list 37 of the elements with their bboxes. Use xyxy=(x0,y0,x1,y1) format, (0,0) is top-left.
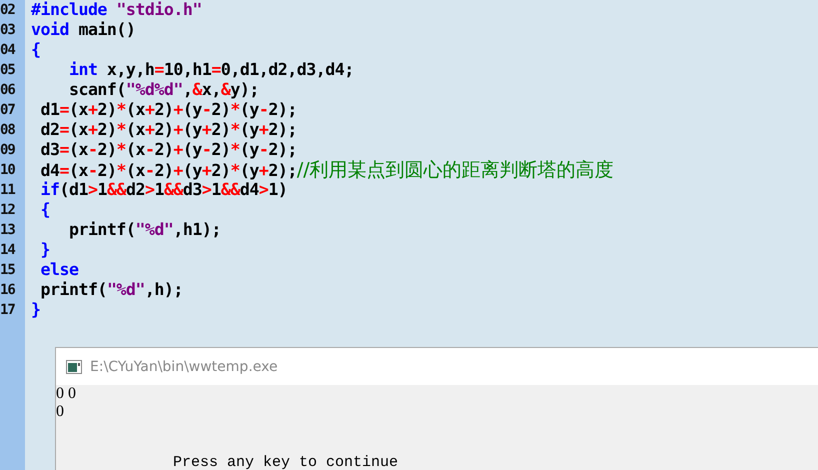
code-line: #include "stdio.h" xyxy=(31,0,203,20)
line-number: 10 xyxy=(0,161,16,180)
code-line: d3=(x-2)*(x-2)+(y-2)*(y-2); xyxy=(39,140,298,160)
code-line: scanf("%d%d",&x,&y); xyxy=(68,80,260,100)
console-output-line: 0 xyxy=(56,403,65,421)
code-line: } xyxy=(39,240,51,260)
line-number: 06 xyxy=(0,81,16,100)
code-line: if(d1>1&&d2>1&&d3>1&&d4>1) xyxy=(39,180,288,200)
code-line: printf("%d",h); xyxy=(39,280,184,300)
line-number: 05 xyxy=(0,61,16,80)
code-line: { xyxy=(39,200,51,220)
line-number: 14 xyxy=(0,241,16,260)
code-line: void main() xyxy=(31,20,136,40)
code-line: d1=(x+2)*(x+2)+(y-2)*(y-2); xyxy=(39,100,298,120)
line-number: 15 xyxy=(0,261,16,280)
line-number: 09 xyxy=(0,141,16,160)
code-line: d4=(x-2)*(x-2)+(y+2)*(y+2);//利用某点到圆心的距离判断塔的高度 xyxy=(39,160,614,180)
code-line: { xyxy=(31,40,42,60)
line-number: 08 xyxy=(0,121,16,140)
code-line: d2=(x+2)*(x+2)+(y+2)*(y+2); xyxy=(39,120,298,140)
line-number: 02 xyxy=(0,1,16,20)
line-number: 04 xyxy=(0,41,16,60)
line-number: 03 xyxy=(0,21,16,40)
line-number: 16 xyxy=(0,281,16,300)
line-number: 13 xyxy=(0,221,16,240)
console-prompt: Press any key to continue xyxy=(172,455,400,470)
line-number: 12 xyxy=(0,201,16,220)
code-line: int x,y,h=10,h1=0,d1,d2,d3,d4; xyxy=(68,60,355,80)
line-number: 11 xyxy=(0,181,16,200)
console-icon xyxy=(66,360,82,374)
code-line: printf("%d",h1); xyxy=(68,220,222,240)
console-output-line: 0 0 xyxy=(56,385,77,403)
window-title: E:\CYuYan\bin\wwtemp.exe xyxy=(90,358,278,374)
line-number: 07 xyxy=(0,101,16,120)
code-line: } xyxy=(31,300,42,320)
line-number: 17 xyxy=(0,301,16,320)
code-line: else xyxy=(39,260,80,280)
